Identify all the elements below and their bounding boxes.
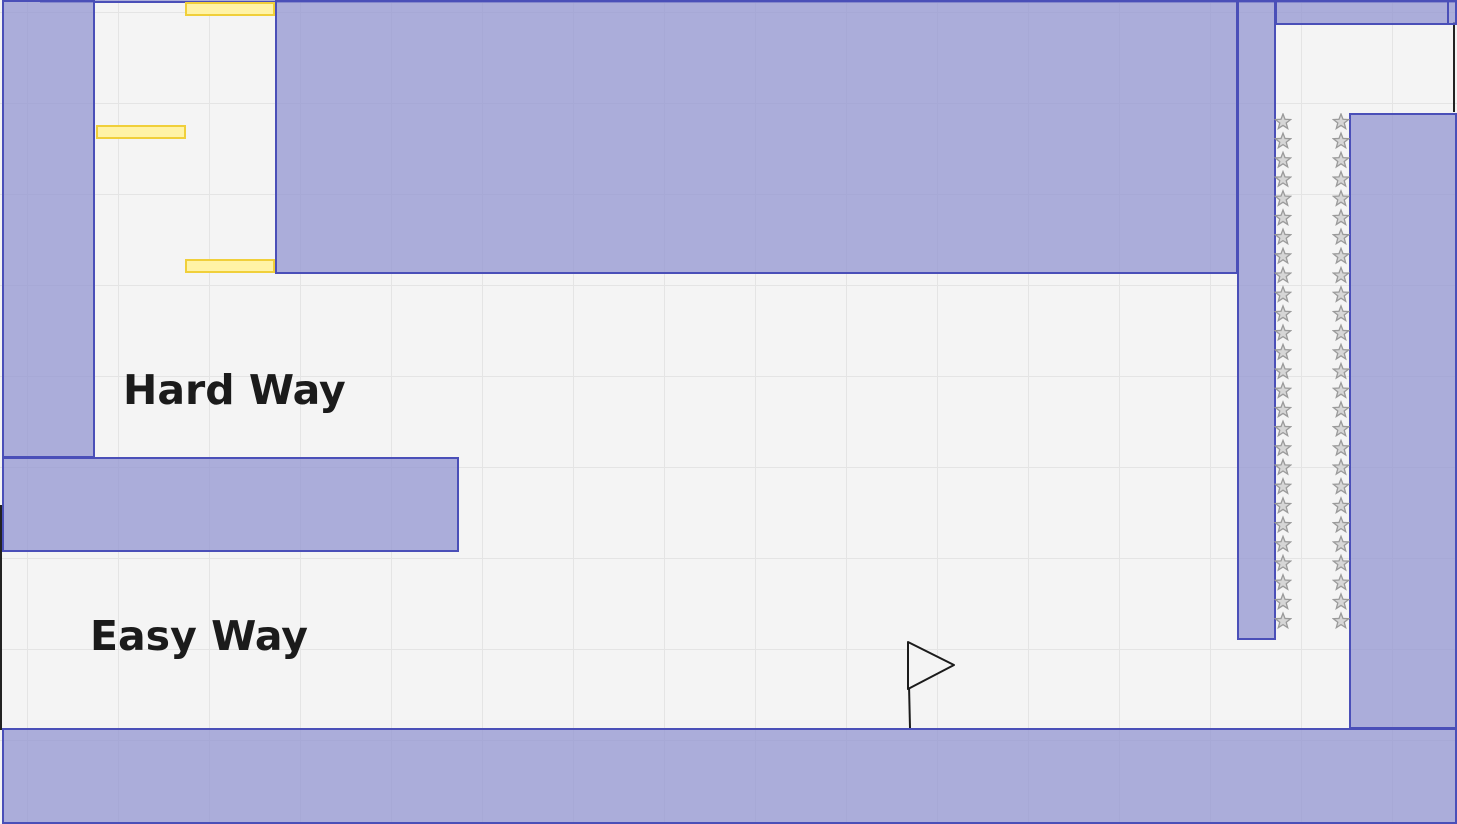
spike-icon bbox=[1332, 438, 1350, 457]
spike-icon bbox=[1274, 246, 1292, 265]
spike-icon bbox=[1332, 284, 1350, 303]
spike-icon bbox=[1274, 188, 1292, 207]
spike-icon bbox=[1332, 419, 1350, 438]
easy-way-label: Easy Way bbox=[90, 612, 308, 660]
spike-icon bbox=[1274, 150, 1292, 169]
wall-right-pillar bbox=[1237, 0, 1276, 640]
spike-icon bbox=[1332, 113, 1350, 130]
spike-icon bbox=[1332, 361, 1350, 380]
spike-icon bbox=[1332, 323, 1350, 342]
spike-icon bbox=[1332, 400, 1350, 418]
spike-icon bbox=[1274, 515, 1292, 534]
spike-icon bbox=[1274, 323, 1292, 342]
spike-icon bbox=[1332, 476, 1350, 495]
bounce-pad bbox=[185, 259, 275, 273]
spike-icon bbox=[1274, 476, 1292, 495]
spike-icon bbox=[1274, 611, 1292, 630]
hard-way-label: Hard Way bbox=[123, 366, 346, 414]
spike-icon bbox=[1274, 400, 1292, 418]
spike-icon bbox=[1274, 419, 1292, 438]
spike-column-right bbox=[1332, 113, 1350, 632]
spike-icon bbox=[1274, 457, 1292, 476]
spike-icon bbox=[1274, 169, 1292, 188]
spike-icon bbox=[1274, 227, 1292, 246]
spike-icon bbox=[1332, 572, 1350, 591]
spike-icon bbox=[1332, 188, 1350, 207]
wall-mid-ledge bbox=[2, 457, 459, 552]
spike-icon bbox=[1332, 208, 1350, 226]
spike-icon bbox=[1274, 496, 1292, 514]
spike-icon bbox=[1274, 304, 1292, 322]
spike-icon bbox=[1332, 169, 1350, 188]
spike-icon bbox=[1332, 534, 1350, 553]
game-level-canvas[interactable]: Hard Way Easy Way bbox=[0, 0, 1457, 824]
spike-icon bbox=[1332, 457, 1350, 476]
spike-icon bbox=[1274, 131, 1292, 150]
spike-icon bbox=[1332, 592, 1350, 610]
spike-icon bbox=[1274, 553, 1292, 572]
spike-icon bbox=[1332, 131, 1350, 150]
bounce-pad bbox=[185, 2, 275, 16]
spike-icon bbox=[1332, 515, 1350, 534]
wall-floor bbox=[2, 728, 1457, 824]
spike-icon bbox=[1332, 342, 1350, 361]
spike-icon bbox=[1274, 113, 1292, 130]
flag-icon[interactable] bbox=[900, 636, 960, 737]
spike-icon bbox=[1332, 553, 1350, 572]
spike-icon bbox=[1332, 304, 1350, 322]
wall-left-column bbox=[2, 0, 95, 458]
spike-icon bbox=[1274, 342, 1292, 361]
spike-icon bbox=[1332, 380, 1350, 399]
wall-top-right-corner bbox=[1447, 0, 1457, 25]
spike-icon bbox=[1274, 284, 1292, 303]
level-edge-right bbox=[1453, 22, 1455, 112]
spike-icon bbox=[1274, 572, 1292, 591]
spike-icon bbox=[1332, 246, 1350, 265]
spike-icon bbox=[1274, 438, 1292, 457]
spike-icon bbox=[1332, 496, 1350, 514]
wall-top-large bbox=[275, 0, 1238, 274]
spike-icon bbox=[1274, 592, 1292, 610]
spike-icon bbox=[1332, 227, 1350, 246]
spike-icon bbox=[1332, 265, 1350, 284]
wall-top-right-cap bbox=[1275, 0, 1449, 25]
spike-column-left bbox=[1274, 113, 1292, 632]
wall-right-column bbox=[1349, 113, 1457, 729]
spike-icon bbox=[1332, 611, 1350, 630]
spike-icon bbox=[1274, 534, 1292, 553]
spike-icon bbox=[1274, 380, 1292, 399]
spike-icon bbox=[1274, 361, 1292, 380]
bounce-pad bbox=[96, 125, 186, 139]
spike-icon bbox=[1332, 150, 1350, 169]
spike-icon bbox=[1274, 265, 1292, 284]
spike-icon bbox=[1274, 208, 1292, 226]
